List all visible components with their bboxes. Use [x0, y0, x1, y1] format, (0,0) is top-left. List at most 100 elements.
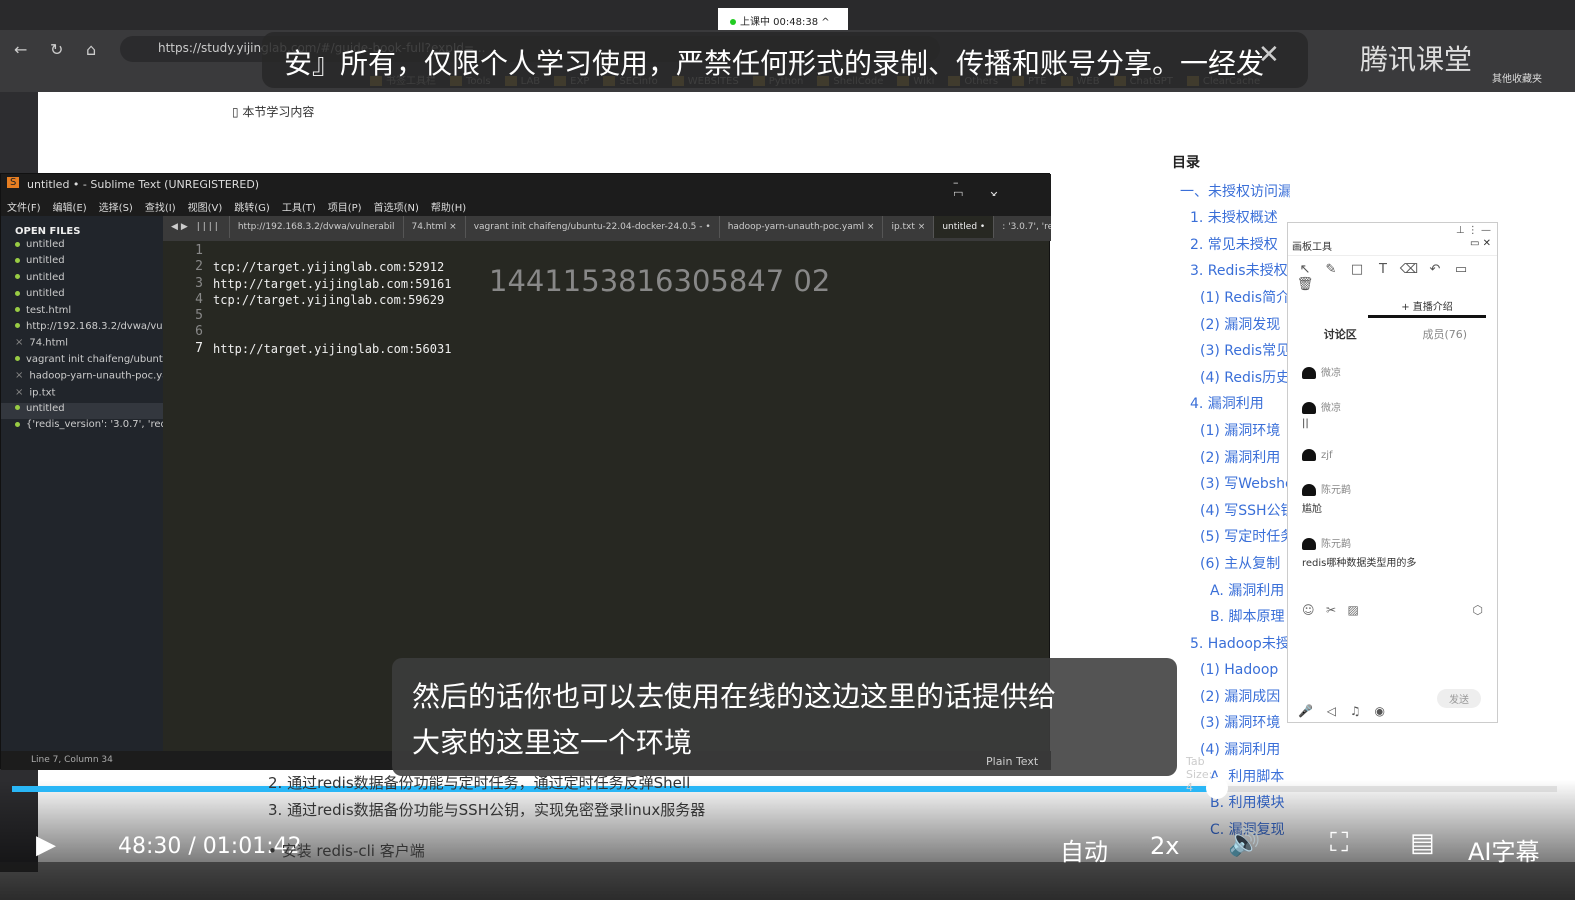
pen-tool-icon[interactable]: ✎: [1318, 262, 1344, 277]
toc-item[interactable]: (1) Hadoop: [1160, 657, 1290, 684]
editor-tab[interactable]: 74.html ×: [404, 216, 466, 238]
open-file-item[interactable]: {'redis_version': '3.0.7', 'redis_git: [1, 419, 163, 435]
editor-tab[interactable]: http://192.168.3.2/dvwa/vulnerabil: [230, 216, 404, 238]
toc-item[interactable]: 5. Hadoop未授权: [1160, 631, 1290, 658]
text-tool-icon[interactable]: T: [1370, 262, 1396, 277]
tab-discussion[interactable]: 讨论区: [1288, 326, 1393, 342]
toc-item[interactable]: (1) Redis简介: [1160, 285, 1290, 312]
send-button[interactable]: 发送: [1437, 689, 1481, 708]
open-file-item[interactable]: untitled: [1, 239, 163, 255]
open-file-item[interactable]: http://192.168.3.2/dvwa/vulnera: [1, 321, 163, 337]
sublime-title-text: untitled • - Sublime Text (UNREGISTERED): [27, 178, 260, 191]
toc-item[interactable]: (4) 写SSH公钥: [1160, 498, 1290, 525]
chat-window-controls[interactable]: ⊥ ⋮ —: [1288, 223, 1497, 236]
editor-tab[interactable]: ip.txt ×: [883, 216, 935, 238]
syntax-mode[interactable]: Plain Text: [986, 755, 1038, 768]
image-icon[interactable]: ▨: [1347, 603, 1358, 617]
select-tool-icon[interactable]: ↖: [1292, 262, 1318, 277]
volume-icon[interactable]: 🔊: [1228, 828, 1260, 858]
tab-nav-icon[interactable]: ◀▶ ||||: [163, 216, 230, 238]
eraser-icon[interactable]: ⌫: [1396, 262, 1422, 277]
toc-item[interactable]: (3) Redis常见: [1160, 338, 1290, 365]
toc-item[interactable]: (2) 漏洞利用: [1160, 445, 1290, 472]
live-status-badge[interactable]: 上课中 00:48:38 ^: [718, 8, 848, 32]
chat-panel: ⊥ ⋮ — 画板工具 ▭ ✕ ↖ ✎ □ T ⌫ ↶ ▭🗑 + 直播介绍 讨论区 成员(76) …: [1287, 222, 1498, 723]
scissors-icon[interactable]: ✂: [1326, 603, 1336, 617]
editor-tab[interactable]: vagrant init chaifeng/ubuntu-22.04-docke…: [466, 216, 720, 238]
progress-bar[interactable]: [12, 786, 1557, 792]
toc-item[interactable]: (5) 写定时任务: [1160, 524, 1290, 551]
settings-icon[interactable]: ⬡: [1473, 603, 1483, 617]
undo-icon[interactable]: ↶: [1422, 262, 1448, 277]
menu-item[interactable]: 文件(F): [7, 203, 41, 214]
toc-item[interactable]: 一、未授权访问漏洞: [1160, 179, 1290, 206]
open-file-item[interactable]: untitled: [1, 402, 163, 420]
live-status-text: 上课中 00:48:38: [740, 17, 819, 28]
speed-button[interactable]: 2x: [1150, 832, 1179, 860]
open-file-item[interactable]: test.html: [1, 305, 163, 321]
mic-icon[interactable]: 🎤: [1298, 704, 1313, 718]
menu-item[interactable]: 项目(P): [328, 203, 362, 214]
toc-item[interactable]: A. 漏洞利用: [1160, 578, 1290, 605]
toc-item[interactable]: 2. 常见未授权: [1160, 232, 1290, 259]
editor-tab[interactable]: : '3.0.7', 're •: [994, 216, 1051, 238]
ai-subtitle-button[interactable]: AI字幕: [1468, 832, 1540, 867]
toc-item[interactable]: (2) 漏洞成因: [1160, 684, 1290, 711]
open-file-item[interactable]: untitled: [1, 272, 163, 288]
reload-icon[interactable]: ↻: [50, 40, 63, 59]
home-icon[interactable]: ⌂: [86, 40, 96, 59]
file-name: {'redis_version': '3.0.7', 'redis_git: [26, 419, 163, 431]
fullscreen-icon[interactable]: ⛶: [1330, 828, 1348, 859]
menu-item[interactable]: 编辑(E): [53, 203, 87, 214]
open-file-item[interactable]: untitled: [1, 255, 163, 271]
open-file-item[interactable]: × 74.html: [1, 337, 163, 353]
watermark-banner: 安』所有，仅限个人学习使用，严禁任何形式的录制、传播和账号分享。一经发: [262, 32, 1308, 88]
toc-item[interactable]: 4. 漏洞利用: [1160, 391, 1290, 418]
toc-item[interactable]: 3. Redis未授权: [1160, 258, 1290, 285]
tab-members[interactable]: 成员(76): [1393, 326, 1498, 342]
menu-item[interactable]: 选择(S): [99, 203, 133, 214]
quality-button[interactable]: 自动: [1060, 832, 1108, 867]
toc-item[interactable]: (3) 漏洞环境: [1160, 710, 1290, 737]
back-icon[interactable]: ←: [14, 40, 27, 59]
screen-icon[interactable]: ▭: [1448, 262, 1474, 277]
rect-tool-icon[interactable]: □: [1344, 262, 1370, 277]
audio-controls[interactable]: 🎤 ◁ ♫ ◉: [1298, 704, 1385, 718]
toc-item[interactable]: (4) 漏洞利用: [1160, 737, 1290, 764]
tab-size[interactable]: Tab Size: 4: [1186, 755, 1212, 794]
open-file-item[interactable]: vagrant init chaifeng/ubuntu-22: [1, 354, 163, 370]
editor-tab[interactable]: hadoop-yarn-unauth-poc.yaml ×: [720, 216, 884, 238]
unsaved-dot-icon: [15, 421, 20, 427]
ai-subtitle-icon[interactable]: ▤: [1410, 828, 1435, 858]
open-file-item[interactable]: × ip.txt: [1, 387, 163, 403]
emoji-icon[interactable]: ☺: [1302, 603, 1315, 617]
subtitle-box: 然后的话你也可以去使用在线的这边这里的话提供给 大家的这里这一个环境: [392, 658, 1177, 776]
toc-item[interactable]: 1. 未授权概述: [1160, 205, 1290, 232]
close-watermark-icon[interactable]: ✕: [1258, 40, 1280, 70]
toc-item[interactable]: (3) 写Webshell: [1160, 471, 1290, 498]
menu-item[interactable]: 视图(V): [188, 203, 223, 214]
other-bookmarks[interactable]: 其他收藏夹: [1492, 70, 1542, 85]
close-icon: ×: [15, 337, 24, 349]
menu-item[interactable]: 跳转(G): [234, 203, 270, 214]
toc-item[interactable]: B. 脚本原理: [1160, 604, 1290, 631]
toc-item[interactable]: (1) 漏洞环境: [1160, 418, 1290, 445]
menu-item[interactable]: 首选项(N): [374, 203, 419, 214]
menu-item[interactable]: 查找(I): [145, 203, 176, 214]
music-icon[interactable]: ♫: [1350, 704, 1361, 718]
trash-icon[interactable]: 🗑: [1292, 277, 1318, 292]
code-editor[interactable]: tcp://target.yijinglab.com:52912 http://…: [213, 241, 451, 357]
toc-item[interactable]: (2) 漏洞发现: [1160, 312, 1290, 339]
menu-item[interactable]: 帮助(H): [431, 203, 466, 214]
open-file-item[interactable]: untitled: [1, 288, 163, 304]
live-intro-tab[interactable]: + 直播介绍: [1368, 298, 1486, 318]
toc-item[interactable]: (4) Redis历史: [1160, 365, 1290, 392]
open-file-item[interactable]: × hadoop-yarn-unauth-poc.yaml: [1, 370, 163, 386]
camera-icon[interactable]: ◉: [1374, 704, 1384, 718]
menu-item[interactable]: 工具(T): [282, 203, 316, 214]
play-icon[interactable]: ▶: [36, 830, 56, 860]
close-icon[interactable]: ▭ ✕: [1470, 238, 1491, 249]
speaker-icon[interactable]: ◁: [1327, 704, 1336, 718]
toc-item[interactable]: (6) 主从复制: [1160, 551, 1290, 578]
editor-tab[interactable]: untitled •: [934, 216, 995, 238]
